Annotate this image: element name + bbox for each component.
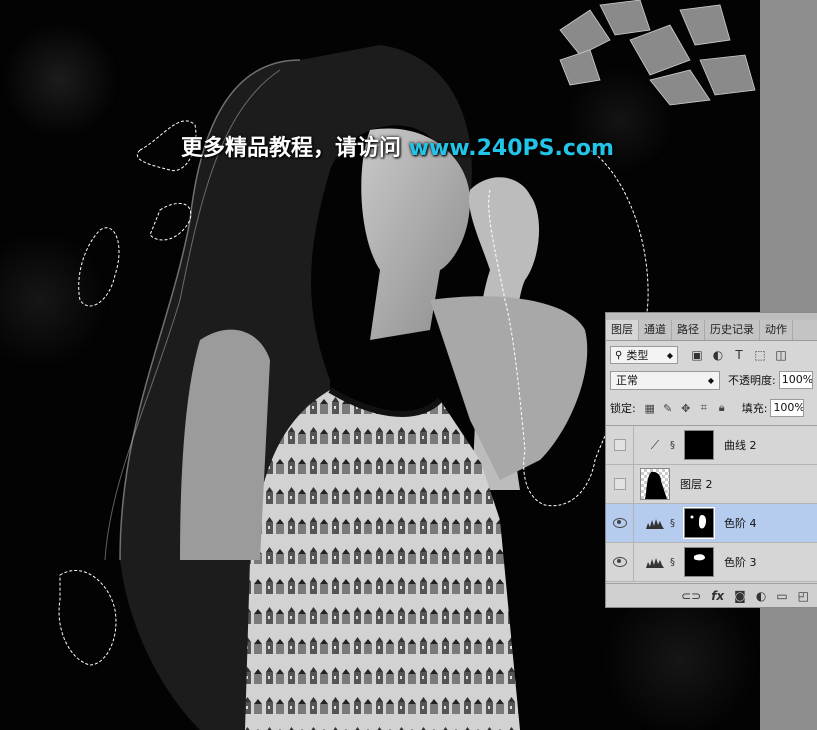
visibility-off-box — [613, 478, 626, 490]
stepper-arrows-icon: ◆ — [666, 350, 673, 360]
opacity-field[interactable]: 100% — [778, 371, 813, 389]
lock-move-icon[interactable]: ✥ — [680, 402, 692, 415]
eye-icon — [612, 557, 627, 567]
eye-icon — [612, 518, 627, 528]
levels-icon — [644, 512, 666, 534]
blend-mode-value: 正常 — [616, 374, 638, 387]
opacity-label: 不透明度: — [728, 374, 776, 387]
lock-brush-icon[interactable]: ✎ — [662, 402, 674, 415]
visibility-toggle[interactable] — [606, 465, 634, 503]
layer-row-levels-3[interactable]: § 色阶 3 — [606, 543, 817, 582]
stepper-arrows-icon: ◆ — [707, 375, 714, 385]
folder-icon[interactable]: ▭ — [776, 589, 787, 603]
layers-panel: 图层 通道 路径 历史记录 动作 ⚲ 类型 ◆ ▣ ◐ T ⬚ ◫ 正常 ◆ 不… — [605, 312, 817, 608]
tab-actions[interactable]: 动作 — [760, 320, 793, 340]
lock-transparent-icon[interactable]: ▦ — [644, 402, 656, 415]
panel-grip[interactable] — [606, 313, 817, 320]
panel-tabs: 图层 通道 路径 历史记录 动作 — [606, 320, 817, 341]
layer-filter-kind-select[interactable]: ⚲ 类型 ◆ — [610, 346, 678, 364]
filter-kind-value: 类型 — [626, 349, 649, 362]
layer-row-levels-4[interactable]: § 色阶 4 — [606, 504, 817, 543]
visibility-toggle[interactable] — [606, 426, 634, 464]
tab-channels[interactable]: 通道 — [639, 320, 672, 340]
watermark-text: 更多精品教程，请访问 www.240PS.com — [181, 130, 614, 162]
link-chain-icon[interactable]: § — [670, 518, 678, 529]
layer-row-curves-2[interactable]: ⟋ § 曲线 2 — [606, 426, 817, 465]
layer-mask-thumbnail[interactable] — [684, 430, 714, 460]
filter-pixel-icon[interactable]: ▣ — [690, 348, 704, 362]
levels-icon — [644, 551, 666, 573]
fx-icon[interactable]: fx — [711, 589, 724, 603]
blend-mode-select[interactable]: 正常 ◆ — [610, 370, 720, 390]
filter-smart-object-icon[interactable]: ◫ — [774, 348, 788, 362]
lock-artboard-icon[interactable]: ⌗ — [698, 401, 710, 414]
layer-name[interactable]: 图层 2 — [680, 476, 713, 492]
layer-name[interactable]: 色阶 4 — [724, 515, 757, 531]
lock-label: 锁定: — [610, 402, 636, 415]
layers-list: ⟋ § 曲线 2 图层 2 § 色阶 4 § 色阶 3 — [606, 425, 817, 582]
lock-all-icon[interactable]: 🔒︎ — [716, 401, 728, 414]
visibility-off-box — [613, 439, 626, 451]
layer-name[interactable]: 曲线 2 — [724, 437, 757, 453]
search-icon: ⚲ — [615, 349, 623, 361]
pixel-layer-thumbnail[interactable] — [640, 468, 670, 500]
fill-label: 填充: — [741, 402, 768, 415]
mask-icon[interactable]: ◙ — [734, 589, 746, 603]
watermark-url[interactable]: www.240PS.com — [409, 136, 614, 161]
panel-bottom-toolbar: ⊂⊃ fx ◙ ◐ ▭ ◰ — [606, 583, 817, 607]
layer-mask-thumbnail[interactable] — [684, 547, 714, 577]
tab-layers[interactable]: 图层 — [606, 320, 639, 340]
layer-mask-thumbnail[interactable] — [683, 507, 715, 539]
filter-adjustment-icon[interactable]: ◐ — [711, 348, 725, 362]
filter-shape-icon[interactable]: ⬚ — [753, 348, 767, 362]
layer-row-layer-2[interactable]: 图层 2 — [606, 465, 817, 504]
blend-row: 正常 ◆ 不透明度: 100% — [610, 370, 817, 390]
lock-row: 锁定: ▦ ✎ ✥ ⌗ 🔒︎ 填充: 100% — [610, 398, 817, 418]
fill-field[interactable]: 100% — [770, 399, 805, 417]
filter-type-icon[interactable]: T — [732, 348, 746, 362]
layer-name[interactable]: 色阶 3 — [724, 554, 757, 570]
tab-history[interactable]: 历史记录 — [705, 320, 760, 340]
curves-icon: ⟋ — [650, 437, 660, 452]
new-layer-icon[interactable]: ◰ — [798, 589, 809, 603]
watermark-chinese: 更多精品教程，请访问 — [181, 136, 402, 161]
link-icon[interactable]: ⊂⊃ — [681, 589, 701, 603]
filter-row: ⚲ 类型 ◆ ▣ ◐ T ⬚ ◫ — [610, 345, 817, 365]
visibility-toggle[interactable] — [606, 543, 634, 581]
link-chain-icon[interactable]: § — [670, 440, 678, 451]
link-chain-icon[interactable]: § — [670, 557, 678, 568]
tab-paths[interactable]: 路径 — [672, 320, 705, 340]
visibility-toggle[interactable] — [606, 504, 634, 542]
adjustment-icon[interactable]: ◐ — [756, 589, 766, 603]
